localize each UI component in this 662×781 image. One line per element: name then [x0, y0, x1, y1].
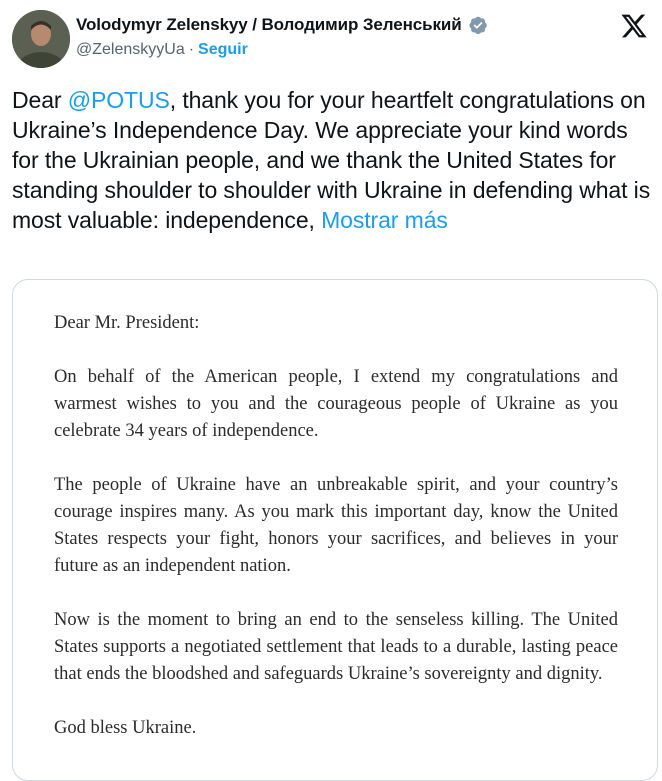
tweet-embed: Volodymyr Zelenskyy / Володимир Зеленськ…: [0, 0, 662, 781]
verified-badge-icon: [468, 15, 488, 35]
letter-content: Dear Mr. President: On behalf of the Ame…: [54, 310, 618, 769]
tweet-text: Dear @POTUS, thank you for your heartfel…: [12, 85, 652, 235]
letter-salutation: Dear Mr. President:: [54, 313, 200, 333]
separator-dot: ·: [188, 41, 195, 58]
avatar[interactable]: [12, 10, 70, 68]
show-more-link[interactable]: Mostrar más: [321, 207, 448, 233]
follow-button[interactable]: Seguir: [198, 41, 248, 59]
attached-letter-image[interactable]: Dear Mr. President: On behalf of the Ame…: [12, 279, 658, 781]
x-logo-icon[interactable]: [620, 12, 648, 40]
letter-paragraph-2: The people of Ukraine have an unbreakabl…: [54, 475, 618, 576]
letter-paragraph-3: Now is the moment to bring an end to the…: [54, 610, 618, 684]
letter-paragraph-1: On behalf of the American people, I exte…: [54, 367, 618, 441]
mention-link-potus[interactable]: @POTUS: [68, 87, 170, 113]
author-handle[interactable]: @ZelenskyyUa: [76, 41, 185, 59]
tweet-text-start: Dear: [12, 87, 68, 113]
author-display-name[interactable]: Volodymyr Zelenskyy / Володимир Зеленськ…: [76, 15, 462, 35]
author-info: Volodymyr Zelenskyy / Володимир Зеленськ…: [76, 13, 488, 59]
letter-closing: God bless Ukraine.: [54, 718, 197, 738]
tweet-header: Volodymyr Zelenskyy / Володимир Зеленськ…: [12, 10, 650, 70]
